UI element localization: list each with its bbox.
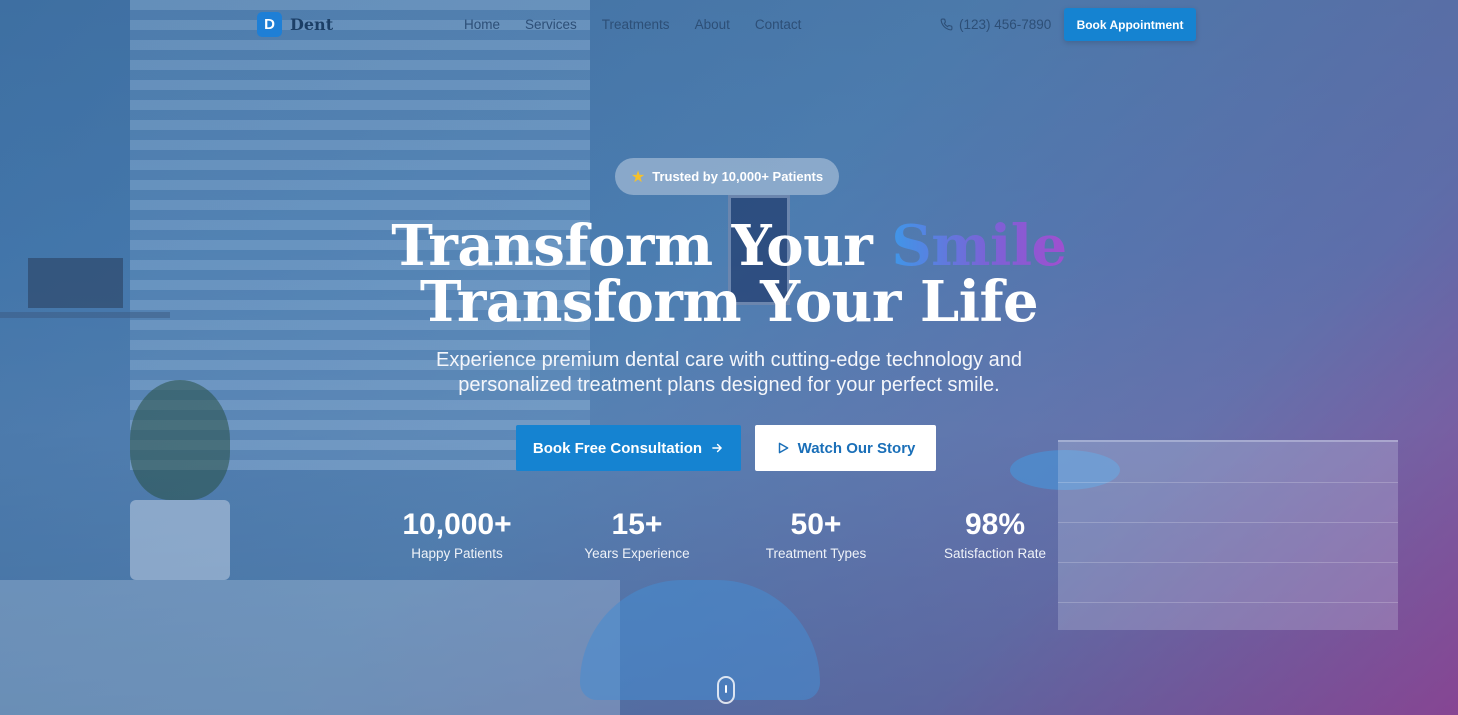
stat-years-experience: 15+ Years Experience (547, 508, 727, 561)
hero-headline: Transform Your Smile Transform Your Life (0, 218, 1458, 330)
nav-link-treatments[interactable]: Treatments (602, 17, 670, 32)
stat-label: Years Experience (584, 546, 690, 561)
book-consultation-label: Book Free Consultation (532, 439, 703, 457)
trust-badge: ★ Trusted by 10,000+ Patients (615, 158, 839, 195)
book-appointment-button[interactable]: Book Appointment (1064, 8, 1196, 41)
phone-link[interactable]: (123) 456-7890 (940, 17, 1051, 32)
watch-story-label: Watch Our Story (797, 439, 916, 457)
nav-link-home[interactable]: Home (464, 17, 500, 32)
nav-links: Home Services Treatments About Contact (464, 17, 801, 32)
star-icon: ★ (630, 168, 646, 186)
hero-subtitle: Experience premium dental care with cutt… (436, 349, 1022, 396)
watch-story-button[interactable]: Watch Our Story (755, 425, 936, 471)
cabinet-line (1058, 522, 1398, 523)
arrow-right-icon (712, 443, 722, 453)
stat-label: Happy Patients (411, 546, 503, 561)
stat-value: 98% (964, 508, 1026, 541)
scroll-dot (725, 685, 727, 693)
cabinet-line (1058, 602, 1398, 603)
play-icon (778, 442, 788, 454)
logo-badge: D (257, 12, 282, 37)
plant (130, 380, 230, 500)
cabinet-line (1058, 562, 1398, 563)
nav-link-about[interactable]: About (695, 17, 730, 32)
phone-icon (940, 18, 953, 31)
stat-treatment-types: 50+ Treatment Types (726, 508, 906, 561)
logo-text: Dent (290, 15, 334, 34)
cabinet (1058, 440, 1398, 630)
book-consultation-button[interactable]: Book Free Consultation (516, 425, 741, 471)
stat-label: Treatment Types (765, 546, 867, 561)
stat-value: 50+ (790, 508, 842, 541)
cabinet-line (1058, 482, 1398, 483)
stat-satisfaction-rate: 98% Satisfaction Rate (905, 508, 1085, 561)
logo[interactable]: D Dent (257, 12, 333, 37)
headline-line2: Transform Your Life (419, 269, 1039, 335)
stat-happy-patients: 10,000+ Happy Patients (367, 508, 547, 561)
counter (0, 580, 620, 715)
phone-number: (123) 456-7890 (959, 17, 1052, 32)
plant-pot (130, 500, 230, 580)
nav-link-services[interactable]: Services (525, 17, 577, 32)
stat-label: Satisfaction Rate (943, 546, 1047, 561)
nav-link-contact[interactable]: Contact (755, 17, 802, 32)
trust-badge-text: Trusted by 10,000+ Patients (652, 169, 824, 184)
stat-value: 10,000+ (402, 508, 512, 541)
scroll-mouse-icon[interactable] (717, 676, 735, 704)
navbar: D Dent Home Services Treatments About Co… (0, 0, 1458, 50)
stat-value: 15+ (611, 508, 663, 541)
